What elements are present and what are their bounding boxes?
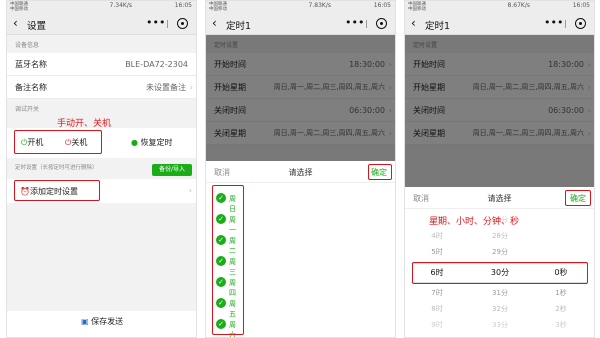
alarm-clock-icon: ⏰ (20, 187, 30, 196)
modal-overlay (405, 35, 594, 187)
title-bar: ‹ 设置 ••• (7, 13, 196, 35)
row-remark-name[interactable]: 备注名称 未设置备注 › (7, 76, 196, 99)
picker-prompt: 请选择 (288, 168, 313, 177)
day-option[interactable]: ✓ 周二 (214, 232, 242, 255)
add-timer-button[interactable]: ⏰添加定时设置 (20, 186, 78, 197)
net-speed: 7.34K/s (109, 2, 132, 9)
net-speed: 7.83K/s (308, 2, 331, 9)
checkmark-icon: ✓ (216, 235, 226, 245)
carrier-2: 中国移动 (408, 7, 426, 12)
capsule-menu: ••• (542, 16, 588, 31)
carrier-2: 中国移动 (10, 7, 28, 12)
close-target-icon[interactable] (177, 18, 188, 29)
backup-import-button[interactable]: 备份/导入 (152, 164, 192, 176)
checkmark-icon: ✓ (216, 277, 226, 287)
page-title: 设置 (27, 21, 47, 32)
title-bar: ‹ 定时1 ••• (206, 13, 395, 35)
checkmark-icon: ✓ (216, 193, 226, 203)
page-title: 定时1 (226, 21, 252, 32)
day-option[interactable]: ✓ 周日 (214, 190, 242, 213)
day-option[interactable]: ✓ 周一 (214, 211, 242, 234)
section-debug: 调试开关 (15, 106, 40, 113)
checkmark-icon: ✓ (216, 256, 226, 266)
day-option[interactable]: ✓ 周四 (214, 274, 242, 297)
section-device-info: 设备信息 (15, 42, 40, 49)
close-target-icon[interactable] (575, 18, 586, 29)
more-icon[interactable]: ••• (544, 16, 563, 29)
page-title: 定时1 (425, 21, 451, 32)
weekday-picker-sheet: 取消 请选择 确定 ✓ 周日 ✓ 周一 ✓ 周二 ✓ 周三 ✓ 周四 ✓ 周五 ✓ 周六 (206, 161, 395, 337)
highlight-time-selection (412, 262, 588, 284)
close-target-icon[interactable] (376, 18, 387, 29)
net-speed: 8.67K/s (507, 2, 530, 9)
timer-time-screen: 中国联通中国移动 8.67K/s16:05 ‹ 定时1 ••• 定时设置 开始时… (404, 0, 595, 338)
status-bar: 中国联通 中国移动 7.34K/s 16:05 (7, 1, 196, 13)
back-icon[interactable]: ‹ (212, 16, 217, 30)
day-option[interactable]: ✓ 周六 (214, 316, 242, 337)
title-bar: ‹ 定时1 ••• (405, 13, 594, 35)
power-off-button[interactable]: ⏻关机 (65, 137, 87, 148)
clock: 16:05 (373, 2, 391, 9)
power-on-button[interactable]: ⏻开机 (21, 137, 43, 148)
back-icon[interactable]: ‹ (411, 16, 416, 30)
row-bluetooth-name[interactable]: 蓝牙名称 BLE-DA72-2304 (7, 53, 196, 76)
settings-screen: 中国联通 中国移动 7.34K/s 16:05 ‹ 设置 ••• 设备信息 蓝牙名称… (6, 0, 197, 338)
status-bar: 中国联通 中国移动 8.67K/s 16:05 (405, 1, 594, 13)
more-icon[interactable]: ••• (146, 16, 165, 29)
save-icon: ▣ (81, 317, 89, 326)
carrier-2: 中国移动 (209, 7, 227, 12)
capsule-menu: ••• (343, 16, 389, 31)
restore-timer-button[interactable]: ● 恢复定时 (131, 137, 173, 148)
time-picker-sheet: 取消 请选择 确定 3时 4时 5时 6时 7时 8时 9时 27分 28分 2… (405, 187, 594, 337)
back-icon[interactable]: ‹ (13, 16, 18, 30)
highlight-confirm (368, 164, 392, 180)
restore-icon: ● (131, 138, 138, 147)
timer-days-screen: 中国联通中国移动 7.83K/s16:05 ‹ 定时1 ••• 定时设置 开始时… (205, 0, 396, 338)
clock: 16:05 (174, 2, 192, 9)
chevron-right-icon: › (189, 83, 193, 92)
save-send-button[interactable]: ▣ 保存发送 (81, 316, 123, 327)
checkmark-icon: ✓ (216, 214, 226, 224)
status-bar: 中国联通 中国移动 7.83K/s 16:05 (206, 1, 395, 13)
modal-overlay (206, 35, 395, 161)
capsule-menu: ••• (144, 16, 190, 31)
highlight-confirm (565, 190, 591, 206)
more-icon[interactable]: ••• (345, 16, 364, 29)
day-option[interactable]: ✓ 周五 (214, 295, 242, 318)
annotation-picker: 星期、小时、分钟、秒 (429, 217, 520, 227)
checkmark-icon: ✓ (216, 298, 226, 308)
day-option[interactable]: ✓ 周三 (214, 253, 242, 276)
checkmark-icon: ✓ (216, 319, 226, 329)
chevron-right-icon: › (188, 186, 192, 195)
section-timer: 定时设置（长按定时可进行删除） (15, 165, 98, 171)
clock: 16:05 (572, 2, 590, 9)
